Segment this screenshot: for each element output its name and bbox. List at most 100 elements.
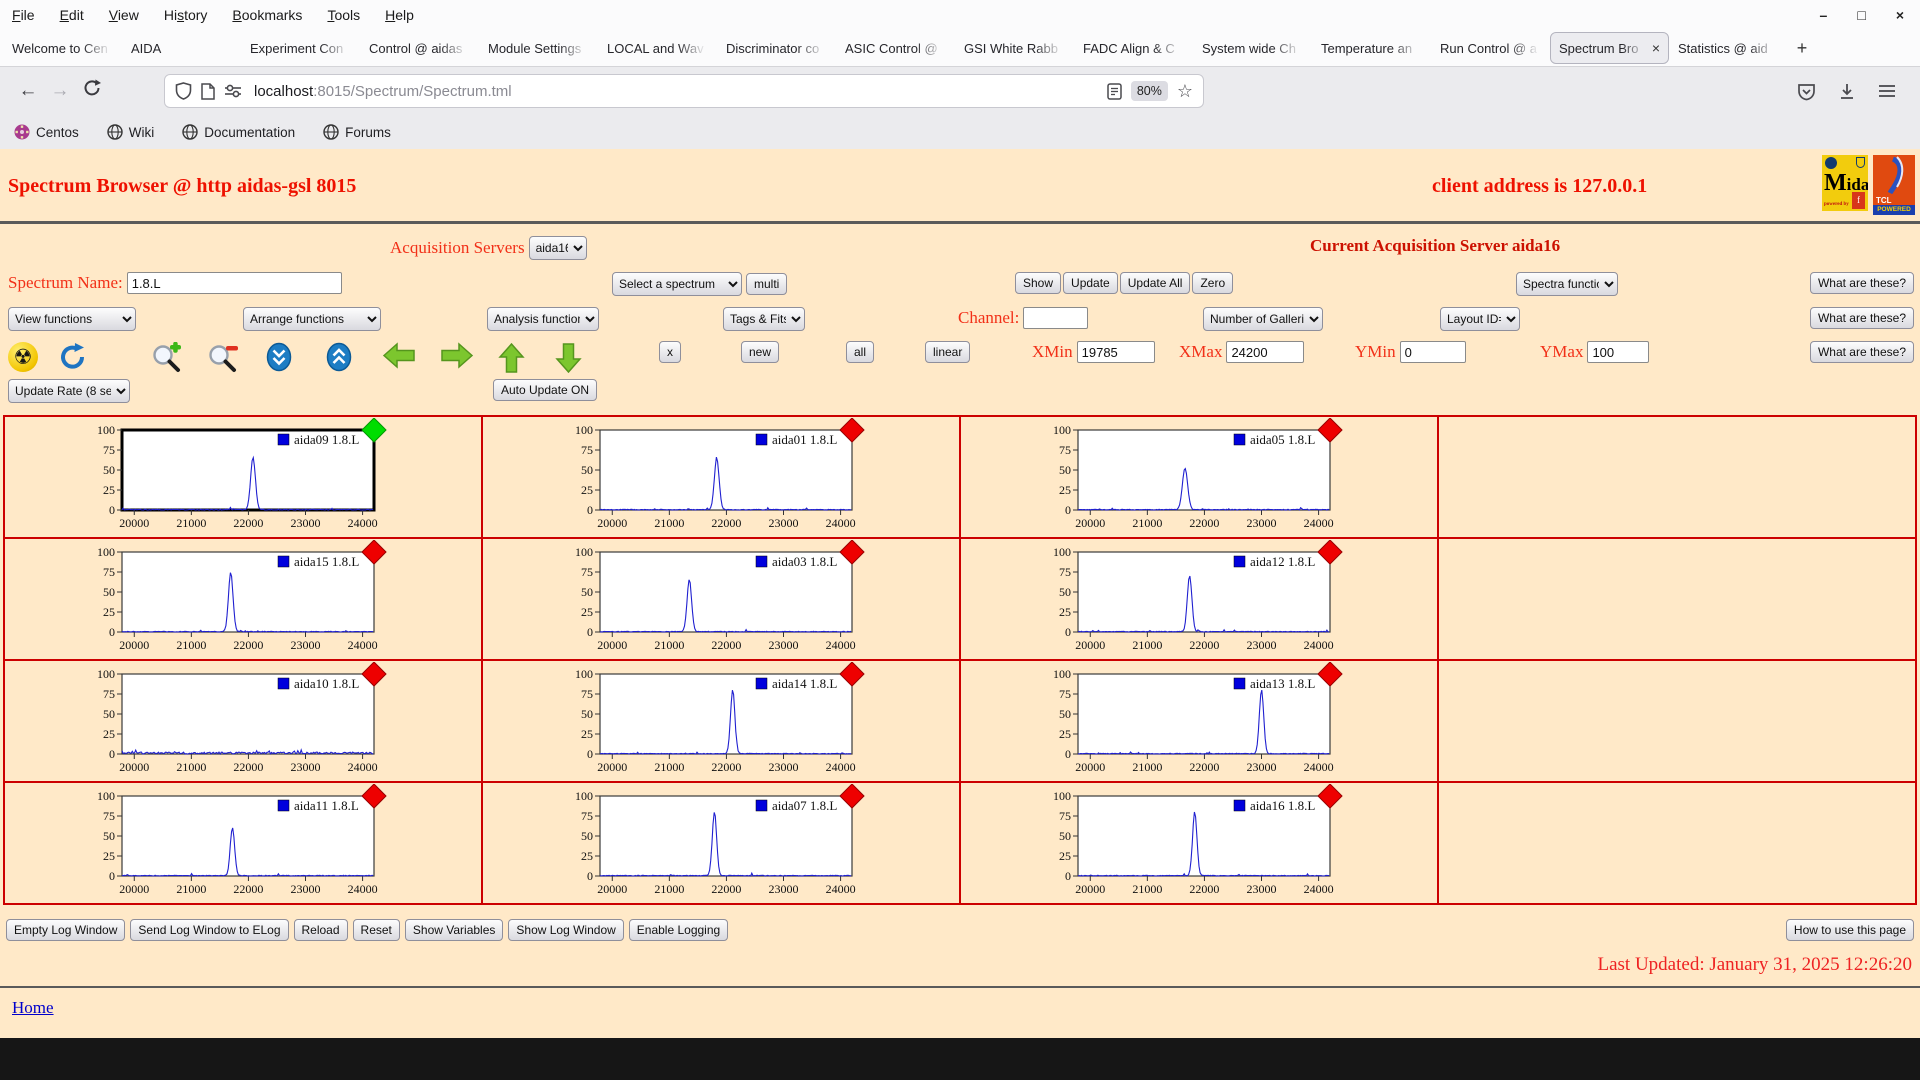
pocket-icon[interactable] xyxy=(1797,82,1816,101)
xmax-input[interactable] xyxy=(1226,341,1305,363)
pan-right-icon[interactable] xyxy=(440,342,474,369)
new-tab-button[interactable]: + xyxy=(1788,38,1816,59)
tab-local-and-wav[interactable]: LOCAL and Wav xyxy=(599,33,716,63)
update-all-button[interactable]: Update All xyxy=(1119,272,1191,294)
show-log-window-button[interactable]: Show Log Window xyxy=(508,919,624,941)
new-button[interactable]: new xyxy=(741,341,780,363)
zoom-level-badge[interactable]: 80% xyxy=(1130,81,1168,101)
zero-spectrum-icon[interactable]: ☢ xyxy=(8,342,38,372)
arrange-functions-dropdown[interactable]: Arrange functions xyxy=(243,307,381,331)
forward-button[interactable]: → xyxy=(44,80,76,102)
home-link[interactable]: Home xyxy=(12,998,54,1017)
reload-button[interactable]: Reload xyxy=(293,919,348,941)
tab-asic-control[interactable]: ASIC Control @ xyxy=(837,33,954,63)
ymin-input[interactable] xyxy=(1399,341,1466,363)
zoom-in-icon[interactable] xyxy=(150,342,184,374)
reader-mode-icon[interactable] xyxy=(1107,82,1122,100)
zero-button[interactable]: Zero xyxy=(1192,272,1234,294)
spectrum-chart-aida09[interactable]: 0 25 50 75 100 20000 21000 22000 23000 24000 aida0… xyxy=(82,417,394,532)
update-button[interactable]: Update xyxy=(1063,272,1118,294)
view-functions-dropdown[interactable]: View functions xyxy=(8,307,136,331)
send-log-window-to-elog-button[interactable]: Send Log Window to ELog xyxy=(130,919,289,941)
spectrum-chart-aida14[interactable]: 0 25 50 75 100 20000 21000 22000 23000 24000 aida1… xyxy=(560,661,872,776)
spectrum-chart-aida10[interactable]: 0 25 50 75 100 20000 21000 22000 23000 24000 aida1… xyxy=(82,661,394,776)
app-menu-icon[interactable] xyxy=(1878,84,1896,98)
enable-logging-button[interactable]: Enable Logging xyxy=(628,919,729,941)
empty-log-window-button[interactable]: Empty Log Window xyxy=(6,919,126,941)
pan-left-icon[interactable] xyxy=(382,342,416,369)
spectrum-chart-aida05[interactable]: 0 25 50 75 100 20000 21000 22000 23000 24000 aida0… xyxy=(1038,417,1350,532)
auto-update-button[interactable]: Auto Update ON xyxy=(493,379,598,401)
bookmark-wiki[interactable]: Wiki xyxy=(107,124,154,140)
url-bar[interactable]: localhost:8015/Spectrum/Spectrum.tml 80%… xyxy=(164,74,1204,108)
menu-edit[interactable]: Edit xyxy=(60,7,84,23)
tab-spectrum-bro[interactable]: Spectrum Bro × xyxy=(1550,32,1669,64)
minimize-icon[interactable]: – xyxy=(1820,7,1828,23)
what-are-these-button[interactable]: What are these? xyxy=(1809,272,1914,294)
spectrum-chart-aida16[interactable]: 0 25 50 75 100 20000 21000 22000 23000 24000 aida1… xyxy=(1038,783,1350,898)
refresh-spectrum-icon[interactable] xyxy=(58,342,88,372)
show-button[interactable]: Show xyxy=(1015,272,1062,294)
tab-fadc-align-c[interactable]: FADC Align & C xyxy=(1075,33,1192,63)
xmin-input[interactable] xyxy=(1076,341,1155,363)
all-button[interactable]: all xyxy=(846,341,875,363)
tags-fits-dropdown[interactable]: Tags & Fits xyxy=(723,307,805,331)
page-info-icon[interactable] xyxy=(201,82,215,100)
linear-button[interactable]: linear xyxy=(925,341,971,363)
scale-up-icon[interactable] xyxy=(498,342,525,374)
bookmark-forums[interactable]: Forums xyxy=(323,124,391,140)
back-button[interactable]: ← xyxy=(12,80,44,102)
tab-experiment-con[interactable]: Experiment Con xyxy=(242,33,359,63)
spectrum-name-input[interactable] xyxy=(126,272,342,294)
tab-system-wide-ch[interactable]: System wide Ch xyxy=(1194,33,1311,63)
spectrum-chart-aida03[interactable]: 0 25 50 75 100 20000 21000 22000 23000 24000 aida0… xyxy=(560,539,872,654)
tracking-shield-icon[interactable] xyxy=(175,82,192,100)
tab-module-settings[interactable]: Module Settings xyxy=(480,33,597,63)
spectrum-chart-aida13[interactable]: 0 25 50 75 100 20000 21000 22000 23000 24000 aida1… xyxy=(1038,661,1350,776)
tab-aida[interactable]: AIDA xyxy=(123,33,240,63)
layout-id-dropdown[interactable]: Layout ID=3 xyxy=(1440,307,1520,331)
tab-control-aidas[interactable]: Control @ aidas xyxy=(361,33,478,63)
menu-help[interactable]: Help xyxy=(385,7,414,23)
downloads-icon[interactable] xyxy=(1838,82,1856,100)
spectrum-chart-aida07[interactable]: 0 25 50 75 100 20000 21000 22000 23000 24000 aida0… xyxy=(560,783,872,898)
bookmark-centos[interactable]: Centos xyxy=(14,124,79,140)
channel-input[interactable] xyxy=(1023,307,1089,329)
tab-run-control-a[interactable]: Run Control @ a xyxy=(1432,33,1549,63)
show-variables-button[interactable]: Show Variables xyxy=(404,919,504,941)
zoom-out-icon[interactable] xyxy=(206,342,240,374)
menu-view[interactable]: View xyxy=(109,7,139,23)
x-button[interactable]: x xyxy=(659,341,681,363)
bookmark-star-icon[interactable]: ☆ xyxy=(1177,81,1193,102)
tab-discriminator-co[interactable]: Discriminator co xyxy=(718,33,835,63)
menu-file[interactable]: File xyxy=(12,7,35,23)
acquisition-server-select[interactable]: aida16 xyxy=(528,236,587,260)
maximize-icon[interactable]: □ xyxy=(1857,7,1865,23)
reset-button[interactable]: Reset xyxy=(352,919,400,941)
tab-welcome-to-cen[interactable]: Welcome to Cen xyxy=(4,33,121,63)
reload-button[interactable] xyxy=(76,78,108,104)
tab-gsi-white-rabb[interactable]: GSI White Rabb xyxy=(956,33,1073,63)
spectrum-chart-aida12[interactable]: 0 25 50 75 100 20000 21000 22000 23000 24000 aida1… xyxy=(1038,539,1350,654)
what-are-these-button[interactable]: What are these? xyxy=(1809,307,1914,329)
menu-tools[interactable]: Tools xyxy=(327,7,360,23)
shrink-y-icon[interactable] xyxy=(266,342,292,372)
tab-close-icon[interactable]: × xyxy=(1652,40,1660,56)
permissions-icon[interactable] xyxy=(224,84,242,98)
spectrum-chart-aida11[interactable]: 0 25 50 75 100 20000 21000 22000 23000 24000 aida1… xyxy=(82,783,394,898)
number-of-galleries-dropdown[interactable]: Number of Galleries xyxy=(1203,307,1323,331)
multi-button[interactable]: multi xyxy=(746,273,788,295)
what-are-these-button[interactable]: What are these? xyxy=(1809,341,1914,363)
analysis-functions-dropdown[interactable]: Analysis functions xyxy=(487,307,599,331)
menu-bookmarks[interactable]: Bookmarks xyxy=(232,7,302,23)
expand-y-icon[interactable] xyxy=(326,342,352,372)
tab-statistics-aid[interactable]: Statistics @ aid xyxy=(1670,33,1787,63)
ymax-input[interactable] xyxy=(1587,341,1650,363)
bookmark-documentation[interactable]: Documentation xyxy=(182,124,295,140)
select-spectrum-dropdown[interactable]: Select a spectrum xyxy=(612,272,742,296)
how-to-use-button[interactable]: How to use this page xyxy=(1785,919,1914,941)
spectrum-chart-aida15[interactable]: 0 25 50 75 100 20000 21000 22000 23000 24000 aida1… xyxy=(82,539,394,654)
close-icon[interactable]: × xyxy=(1896,7,1904,23)
scale-down-icon[interactable] xyxy=(555,342,582,374)
spectrum-chart-aida01[interactable]: 0 25 50 75 100 20000 21000 22000 23000 24000 aida0… xyxy=(560,417,872,532)
